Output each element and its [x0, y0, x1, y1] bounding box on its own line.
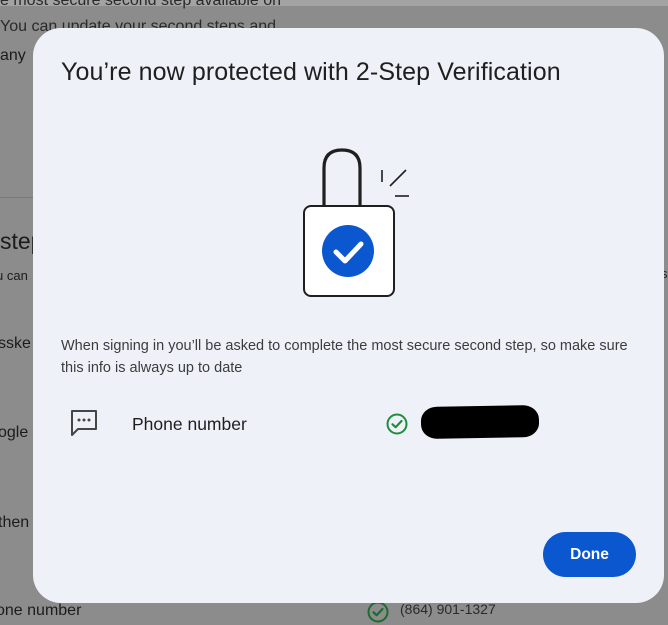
method-label: Phone number	[132, 414, 247, 434]
background-list-item: ogle	[0, 424, 29, 441]
background-phone-value: (864) 901-1327	[400, 601, 496, 617]
check-circle-icon	[386, 413, 408, 435]
background-list-item: then	[0, 514, 30, 531]
padlock-checkmark-icon	[303, 148, 409, 297]
done-button[interactable]: Done	[543, 532, 636, 577]
background-list-item: sske	[0, 335, 31, 352]
background-text-line: any	[0, 47, 26, 64]
redacted-phone-number	[420, 404, 540, 440]
background-check-icon	[367, 601, 389, 623]
dialog-description: When signing in you’ll be asked to compl…	[61, 338, 628, 376]
second-step-method-row: Phone number	[69, 404, 629, 446]
message-icon	[71, 410, 97, 436]
background-text-line: e most secure second step available on	[0, 0, 282, 9]
background-text-line: u can	[0, 268, 28, 283]
dialog-title: You’re now protected with 2-Step Verific…	[61, 58, 561, 86]
verification-dialog: You’re now protected with 2-Step Verific…	[33, 28, 664, 603]
background-list-item: one number	[0, 602, 82, 619]
